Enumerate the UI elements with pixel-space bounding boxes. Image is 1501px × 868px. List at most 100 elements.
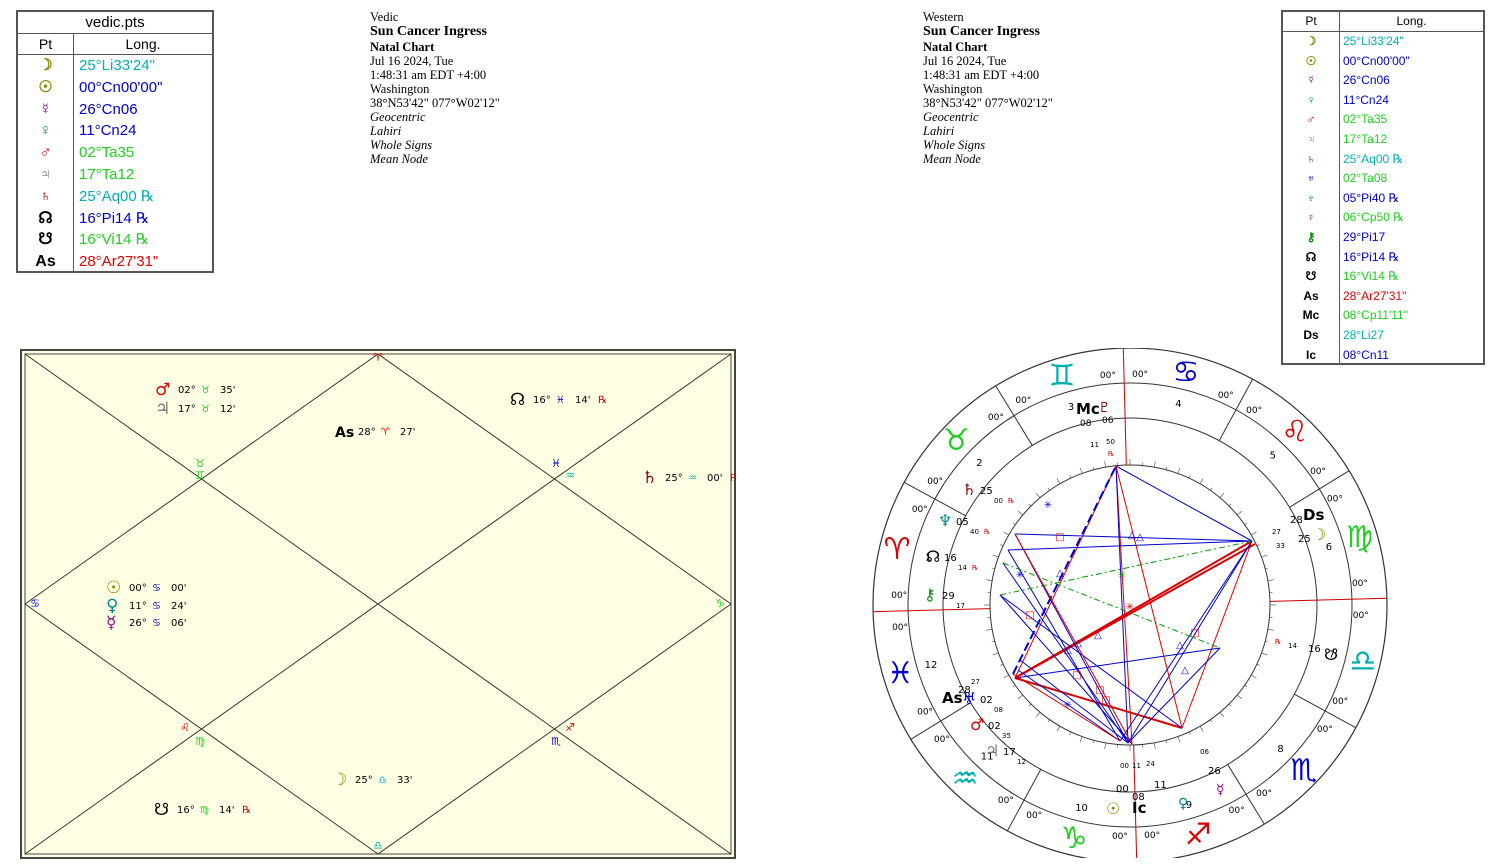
vedic-table-row: ☽ 25°Li33'24" <box>18 55 212 77</box>
western-points-table: Pt Long. ☽ 25°Li33'24" ☉ 00°Cn00'00" ☿ 26°Cn0… <box>1281 10 1485 366</box>
venus-icon: ♀ <box>1178 796 1188 812</box>
aspect-glyph: □ <box>1095 685 1104 696</box>
placement-rx: ℞ <box>730 473 736 484</box>
western-wheel-chart: 00° 00° 00° 00° 00° 00° 00° 00° 00° 00° 00° 00° 00° 0… <box>872 348 1388 858</box>
house-number: 10 <box>1075 803 1088 814</box>
vedic-table-row: ☋ 16°Vi14 ℞ <box>18 229 212 252</box>
western-table-row-value: 28°Li27 <box>1343 327 1384 342</box>
house-number: 3 <box>1068 402 1074 413</box>
chiron-icon: ⚷ <box>924 585 936 604</box>
placement-deg: 25° <box>665 473 683 484</box>
col-long: Long. <box>125 36 161 52</box>
col-long: Long. <box>1396 14 1427 28</box>
vedic-table-row: ♂ 02°Ta35 <box>18 142 212 164</box>
info-node: Mean Node <box>370 152 428 166</box>
zodiac-taurus-icon: ♉ <box>943 423 970 458</box>
cusp-label: 00° <box>1332 697 1348 707</box>
sign-leo-marker: ♌ <box>180 721 190 734</box>
info-system: Western <box>923 10 964 24</box>
info-houses: Whole Signs <box>370 138 433 152</box>
mars-min: 35 <box>1002 732 1011 740</box>
asc-min: 27 <box>971 678 980 686</box>
placement-min: 00' <box>707 473 722 484</box>
node-icon: ☊ <box>926 547 940 566</box>
asc-icon: As <box>335 425 354 441</box>
vedic-table-row-value: 16°Pi14 ℞ <box>79 209 150 227</box>
info-node: Mean Node <box>923 152 981 166</box>
western-table-row-glyph: As <box>1283 286 1340 307</box>
placement-min: 00' <box>171 583 186 594</box>
vedic-table-row: ♀ 11°Cn24 <box>18 120 212 143</box>
mc-deg: 08 <box>1080 419 1092 429</box>
info-time: 1:48:31 am EDT +4:00 <box>370 68 487 82</box>
placement-sign: ♉ <box>201 385 210 396</box>
western-table-row: ☋ 16°Vi14 ℞ <box>1283 267 1483 287</box>
western-table-row: ☿ 26°Cn06 <box>1283 71 1483 91</box>
western-table-row: ⚷ 29°Pi17 <box>1283 227 1483 248</box>
vedic-table-title: vedic.pts <box>18 12 212 34</box>
western-table-row-value: 29°Pi17 <box>1343 229 1386 244</box>
placement-rx: ℞ <box>242 805 251 816</box>
cusp-label: 00° <box>1327 494 1343 504</box>
vedic-points-table: vedic.pts Pt Long. ☽ 25°Li33'24" ☉ 00°Cn00'… <box>16 10 214 273</box>
cusp-label: 00° <box>1310 467 1326 477</box>
cusp-label: 00° <box>927 477 943 487</box>
info-date: Jul 16 2024, Tue <box>370 54 454 68</box>
house-number: 8 <box>1277 744 1283 755</box>
moon-deg: 25 <box>1298 534 1311 545</box>
aspect-glyph: △ <box>1094 630 1102 641</box>
info-geo: Geocentric <box>923 110 979 124</box>
sign-scorpio-marker: ♏ <box>551 735 561 748</box>
asc-deg: 28 <box>958 685 971 696</box>
western-table-row-value: 02°Ta08 <box>1343 171 1388 186</box>
western-table-row-glyph: ♂ <box>1283 110 1340 130</box>
info-place: Washington <box>923 82 983 96</box>
aspect-glyph: □ <box>1190 628 1199 639</box>
vedic-table-row-value: 26°Cn06 <box>79 100 138 118</box>
western-table-row: ☊ 16°Pi14 ℞ <box>1283 247 1483 268</box>
ketu-deg: 16 <box>1308 644 1321 655</box>
ds-min: 27 <box>1272 528 1281 536</box>
vedic-table-row-value: 02°Ta35 <box>79 144 135 162</box>
aspect-glyph: ✳ <box>1064 700 1072 711</box>
placement-deg: 00° <box>129 583 147 594</box>
jupiter-icon: ♃ <box>985 741 999 760</box>
aspect-glyph: △ <box>1128 530 1136 541</box>
placement-sign: ♓ <box>556 395 565 406</box>
vedic-table-row-value: 17°Ta12 <box>79 165 135 183</box>
col-pt: Pt <box>18 34 74 54</box>
cusp-label: 00° <box>988 413 1004 423</box>
mars-deg: 02 <box>988 721 1001 732</box>
vedic-table-row-value: 25°Li33'24" <box>79 57 155 74</box>
cusp-label: 00° <box>934 735 950 745</box>
placement-sign: ♒ <box>688 473 697 484</box>
vedic-table-row-value: 00°Cn00'00" <box>79 78 163 96</box>
zodiac-aquarius-icon: ♒ <box>952 762 979 797</box>
western-table-row: As 28°Ar27'31" <box>1283 286 1483 307</box>
placement-min: 14' <box>575 395 590 406</box>
info-system: Vedic <box>370 10 399 24</box>
western-table-row-value: 16°Vi14 ℞ <box>1343 269 1400 284</box>
placement-deg: 26° <box>129 618 147 629</box>
western-table-row: ♄ 25°Aq00 ℞ <box>1283 149 1483 170</box>
western-table-row: ☽ 25°Li33'24" <box>1283 32 1483 52</box>
vedic-table-row-glyph: ☽ <box>18 55 74 77</box>
sign-pisces-marker: ♓ <box>551 457 561 470</box>
venus-deg: 11 <box>1154 780 1167 791</box>
western-table-rows: ☽ 25°Li33'24" ☉ 00°Cn00'00" ☿ 26°Cn06 ♀ 11°Cn24… <box>1283 32 1483 366</box>
placement-sign: ♋ <box>152 583 161 594</box>
cusp-label: 00° <box>1218 391 1234 401</box>
sign-taurus-marker: ♉ <box>195 457 205 470</box>
aspect-glyph: △ <box>1074 638 1082 649</box>
aspect-glyph: △ <box>1181 665 1189 676</box>
aspect-glyph: △ <box>1176 640 1184 651</box>
ketu-icon: ☋ <box>154 800 169 820</box>
western-table-row-glyph: Ds <box>1283 325 1340 346</box>
western-table-row: ♃ 17°Ta12 <box>1283 129 1483 150</box>
moon-icon: ☽ <box>332 770 347 790</box>
neptune-min: 40 <box>970 528 979 536</box>
western-table-row-glyph: ☉ <box>1283 51 1340 72</box>
vedic-table-row-value: 16°Vi14 ℞ <box>79 231 150 249</box>
mercury-min: 06 <box>1200 748 1209 756</box>
sign-gemini-marker: ♊ <box>195 469 205 482</box>
